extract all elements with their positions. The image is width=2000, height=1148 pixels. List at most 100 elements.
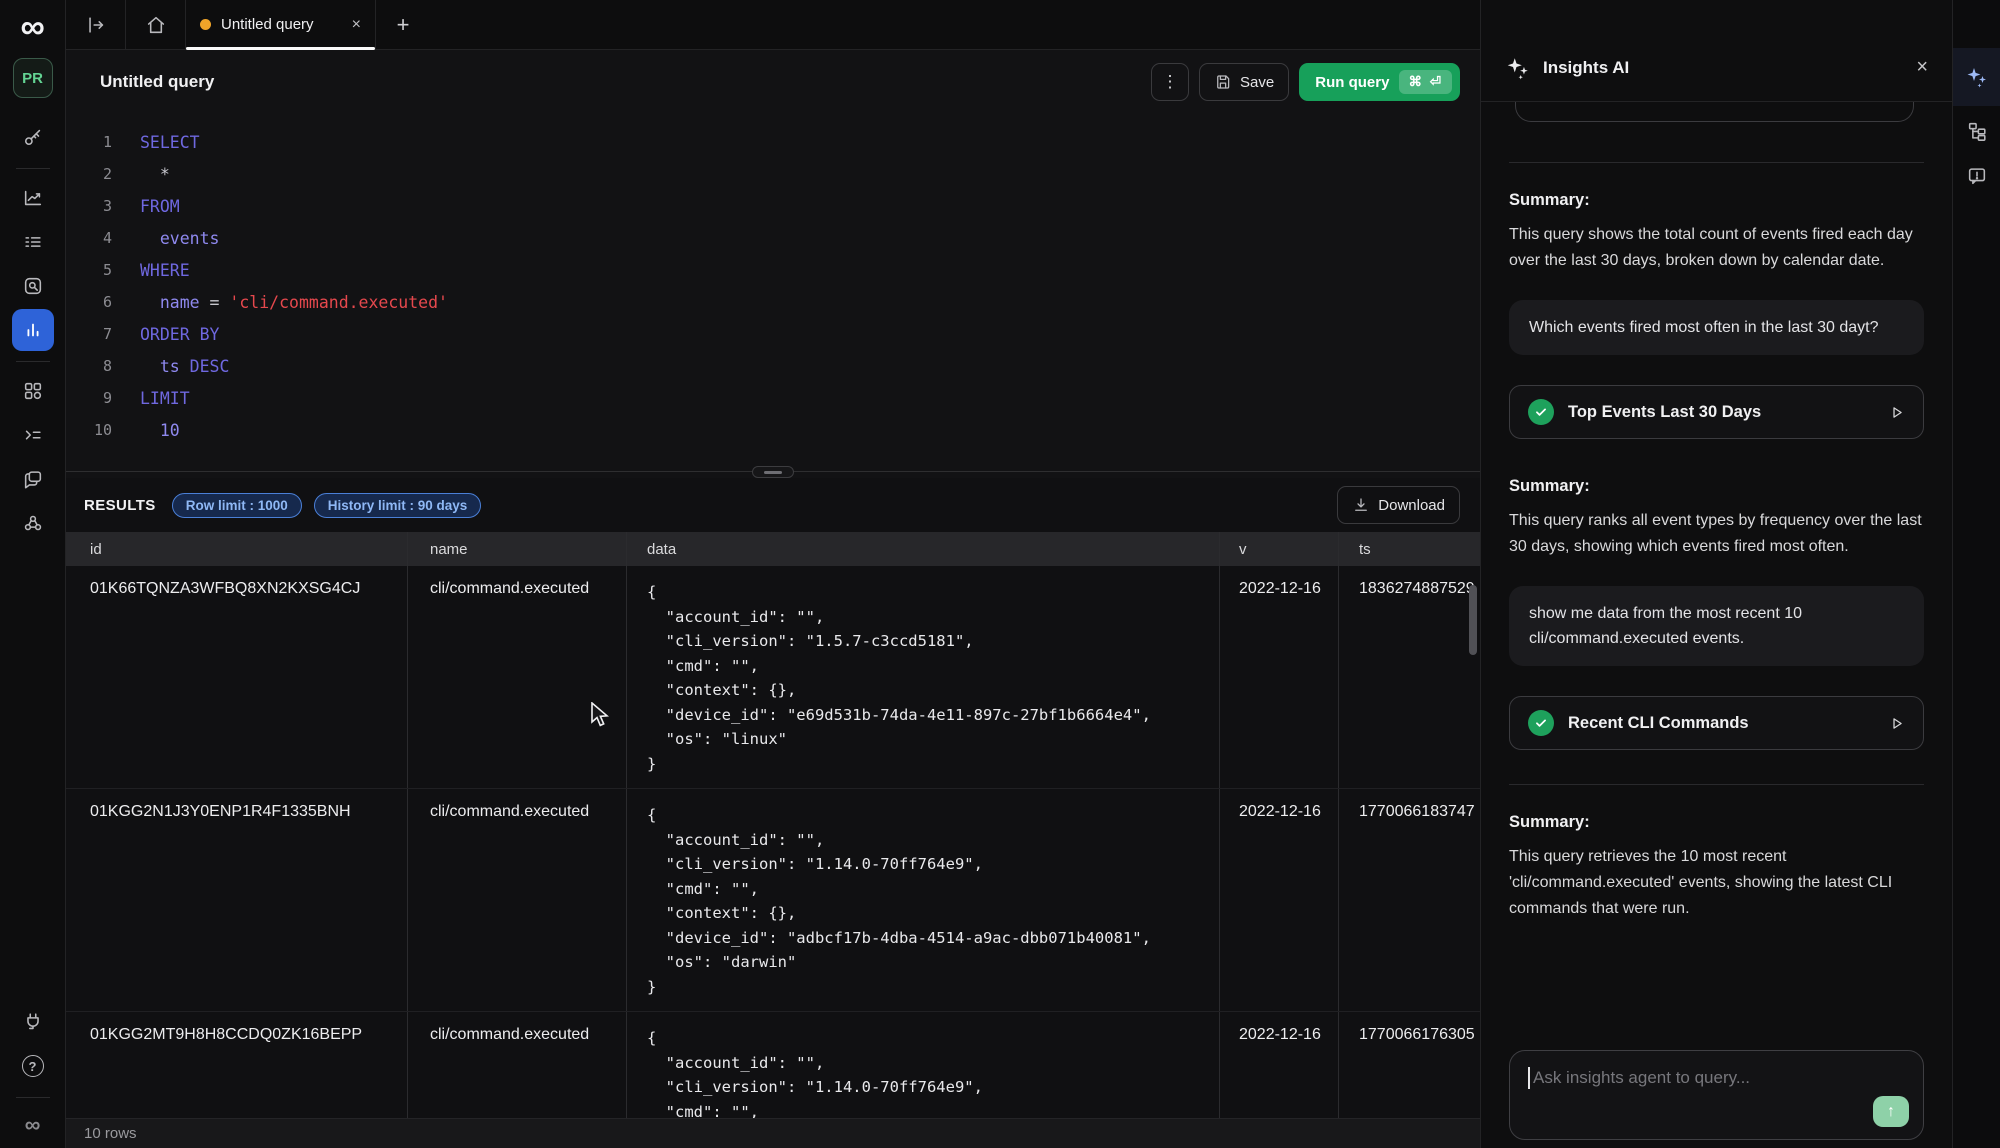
- line-number: 5: [66, 261, 112, 279]
- cell-v[interactable]: 2022-12-16: [1219, 566, 1338, 788]
- cell-name[interactable]: cli/command.executed: [407, 566, 626, 788]
- summary-text: This query retrieves the 10 most recent …: [1509, 844, 1924, 922]
- feedback-strip-button[interactable]: [1957, 156, 1997, 196]
- query-title: Untitled query: [100, 72, 214, 92]
- code-line[interactable]: 2 *: [66, 158, 1480, 190]
- code-line[interactable]: 9LIMIT: [66, 382, 1480, 414]
- search-box-icon[interactable]: [12, 265, 54, 307]
- help-icon[interactable]: ?: [12, 1045, 54, 1087]
- col-header-name[interactable]: name: [407, 532, 626, 566]
- play-icon[interactable]: [1888, 404, 1905, 421]
- col-header-id[interactable]: id: [66, 532, 407, 566]
- code-line[interactable]: 3FROM: [66, 190, 1480, 222]
- code-line[interactable]: 4 events: [66, 222, 1480, 254]
- code-text: *: [140, 165, 170, 184]
- cell-v[interactable]: 2022-12-16: [1219, 789, 1338, 1011]
- cell-id[interactable]: 01K66TQNZA3WFBQ8XN2KXSG4CJ: [66, 566, 407, 788]
- more-options-button[interactable]: ⋮: [1151, 63, 1189, 101]
- line-number: 8: [66, 357, 112, 375]
- splitter-handle[interactable]: [752, 466, 794, 478]
- cell-data[interactable]: { "account_id": "", "cli_version": "1.14…: [626, 1012, 1219, 1118]
- line-number: 6: [66, 293, 112, 311]
- run-query-button[interactable]: Run query ⌘ ⏎: [1299, 63, 1460, 101]
- sidebar-collapse-button[interactable]: [66, 0, 126, 49]
- cell-data[interactable]: { "account_id": "", "cli_version": "1.5.…: [626, 566, 1219, 788]
- code-line[interactable]: 1SELECT: [66, 126, 1480, 158]
- rows-icon[interactable]: [12, 221, 54, 263]
- table-header-row: id name data v ts: [66, 532, 1480, 566]
- panel-splitter[interactable]: [66, 466, 1480, 478]
- insights-title: Insights AI: [1543, 58, 1629, 78]
- table-row[interactable]: 01KGG2N1J3Y0ENP1R4F1335BNHcli/command.ex…: [66, 789, 1480, 1012]
- code-text: ORDER BY: [140, 325, 219, 344]
- chat-icon[interactable]: [12, 458, 54, 500]
- sidebar-divider: [16, 168, 50, 169]
- unsaved-dot-icon: [200, 19, 211, 30]
- editor-header: Untitled query ⋮ Save Run query ⌘ ⏎: [66, 50, 1480, 114]
- right-icon-strip: [1952, 0, 2000, 1148]
- cell-name[interactable]: cli/command.executed: [407, 789, 626, 1011]
- table-row[interactable]: 01K66TQNZA3WFBQ8XN2KXSG4CJcli/command.ex…: [66, 566, 1480, 789]
- cell-ts[interactable]: 1836274887529: [1338, 566, 1480, 788]
- bar-chart-icon[interactable]: [12, 309, 54, 351]
- key-icon[interactable]: [12, 116, 54, 158]
- suggestion-card-recent-cli[interactable]: Recent CLI Commands: [1509, 696, 1924, 750]
- insights-ai-strip-button[interactable]: [1953, 48, 2000, 106]
- cell-v[interactable]: 2022-12-16: [1219, 1012, 1338, 1118]
- tab-untitled-query[interactable]: Untitled query ×: [186, 0, 376, 49]
- play-icon[interactable]: [1888, 715, 1905, 732]
- table-scrollbar[interactable]: [1469, 585, 1477, 655]
- table-row[interactable]: 01KGG2MT9H8H8CCDQ0ZK16BEPPcli/command.ex…: [66, 1012, 1480, 1118]
- hierarchy-icon: [1966, 120, 1988, 142]
- cell-id[interactable]: 01KGG2MT9H8H8CCDQ0ZK16BEPP: [66, 1012, 407, 1118]
- line-number: 10: [66, 421, 112, 439]
- cell-ts[interactable]: 1770066176305: [1338, 1012, 1480, 1118]
- cell-data[interactable]: { "account_id": "", "cli_version": "1.14…: [626, 789, 1219, 1011]
- schema-strip-button[interactable]: [1957, 111, 1997, 151]
- cell-id[interactable]: 01KGG2N1J3Y0ENP1R4F1335BNH: [66, 789, 407, 1011]
- insights-content[interactable]: Summary: This query shows the total coun…: [1481, 102, 1952, 1148]
- row-limit-pill[interactable]: Row limit : 1000: [172, 493, 302, 518]
- tab-bar: Untitled query × +: [66, 0, 1480, 50]
- send-button[interactable]: ↑: [1873, 1096, 1909, 1127]
- apps-icon[interactable]: [12, 370, 54, 412]
- summary-label: Summary:: [1509, 477, 1924, 496]
- code-line[interactable]: 5WHERE: [66, 254, 1480, 286]
- cell-name[interactable]: cli/command.executed: [407, 1012, 626, 1118]
- webhook-icon[interactable]: [12, 502, 54, 544]
- table-body[interactable]: 01K66TQNZA3WFBQ8XN2KXSG4CJcli/command.ex…: [66, 566, 1480, 1118]
- col-header-data[interactable]: data: [626, 532, 1219, 566]
- code-text: 10: [140, 421, 180, 440]
- save-button[interactable]: Save: [1199, 63, 1289, 101]
- code-line[interactable]: 6 name = 'cli/command.executed': [66, 286, 1480, 318]
- suggestion-label: Recent CLI Commands: [1568, 714, 1749, 733]
- left-sidebar: ∞ PR: [0, 0, 66, 1148]
- cell-ts[interactable]: 1770066183747: [1338, 789, 1480, 1011]
- tab-close-icon[interactable]: ×: [352, 16, 361, 34]
- sql-editor[interactable]: 1SELECT2 *3FROM4 events5WHERE6 name = 'c…: [66, 114, 1480, 466]
- sparkles-icon: [1505, 55, 1531, 81]
- new-tab-button[interactable]: +: [376, 0, 430, 49]
- run-shortcut-badge: ⌘ ⏎: [1399, 70, 1452, 94]
- history-limit-pill[interactable]: History limit : 90 days: [314, 493, 482, 518]
- code-line[interactable]: 8 ts DESC: [66, 350, 1480, 382]
- indent-list-icon[interactable]: [12, 414, 54, 456]
- code-line[interactable]: 7ORDER BY: [66, 318, 1480, 350]
- summary-label: Summary:: [1509, 191, 1924, 210]
- code-line[interactable]: 10 10: [66, 414, 1480, 446]
- line-number: 4: [66, 229, 112, 247]
- app-window: ∞ PR: [0, 0, 2000, 1148]
- insights-panel: Insights AI × Summary: This query shows …: [1480, 0, 1952, 1148]
- suggestion-card-top-events[interactable]: Top Events Last 30 Days: [1509, 385, 1924, 439]
- line-chart-icon[interactable]: [12, 177, 54, 219]
- insights-close-icon[interactable]: ×: [1916, 56, 1928, 79]
- tab-label: Untitled query: [221, 16, 314, 33]
- download-button[interactable]: Download: [1337, 486, 1460, 524]
- col-header-v[interactable]: v: [1219, 532, 1338, 566]
- home-button[interactable]: [126, 0, 186, 49]
- results-label: RESULTS: [84, 497, 156, 514]
- avatar[interactable]: PR: [13, 58, 53, 98]
- col-header-ts[interactable]: ts: [1338, 532, 1480, 566]
- ask-insights-input[interactable]: Ask insights agent to query... ↑: [1509, 1050, 1924, 1140]
- plug-icon[interactable]: [12, 1001, 54, 1043]
